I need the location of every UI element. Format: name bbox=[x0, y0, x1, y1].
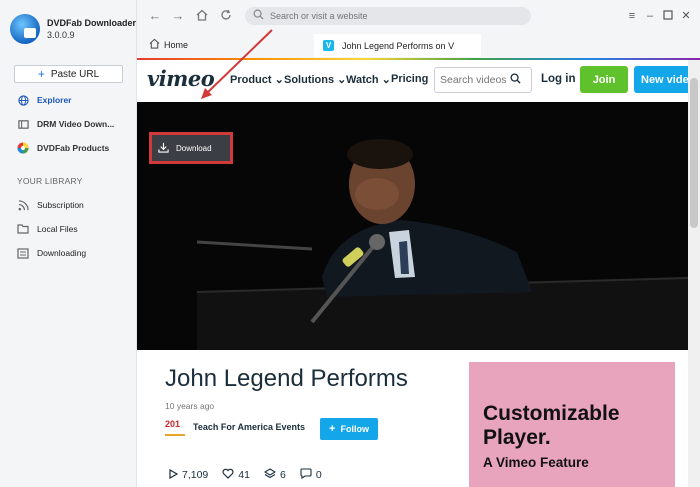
ad-banner[interactable]: Customizable Player. A Vimeo Feature bbox=[469, 362, 675, 487]
library-item-downloading[interactable]: Downloading bbox=[17, 246, 86, 260]
vimeo-menu-pricing[interactable]: Pricing bbox=[391, 73, 428, 85]
web-view: vimeo Product ⌄ Solutions ⌄ Watch ⌄ Pric… bbox=[137, 60, 688, 487]
search-icon[interactable] bbox=[510, 71, 521, 89]
close-icon[interactable]: ✕ bbox=[680, 10, 692, 22]
play-icon bbox=[169, 468, 179, 482]
comments-count: 0 bbox=[315, 469, 322, 481]
library-item-label: Local Files bbox=[37, 224, 78, 234]
search-icon bbox=[253, 7, 264, 25]
sidebar-item-explorer[interactable]: Explorer bbox=[17, 93, 72, 107]
vimeo-navbar: vimeo Product ⌄ Solutions ⌄ Watch ⌄ Pric… bbox=[137, 60, 688, 100]
tab-bar: Home V John Legend Performs on V bbox=[137, 33, 700, 58]
menu-icon[interactable]: ≡ bbox=[626, 10, 638, 22]
sidebar-item-drm[interactable]: DRM Video Down... bbox=[17, 117, 114, 131]
ad-title: Customizable Player. bbox=[483, 402, 620, 449]
library-heading: YOUR LIBRARY bbox=[17, 176, 83, 186]
likes-count: 41 bbox=[238, 469, 250, 481]
video-player[interactable]: Download bbox=[137, 102, 688, 350]
scrollbar-thumb[interactable] bbox=[690, 78, 698, 228]
login-link[interactable]: Log in bbox=[541, 73, 576, 85]
app-version: 3.0.0.9 bbox=[47, 30, 75, 40]
collections-stat[interactable]: 6 bbox=[263, 468, 286, 482]
refresh-icon[interactable] bbox=[219, 9, 233, 23]
vimeo-search[interactable] bbox=[434, 67, 532, 93]
plays-stat: 7,109 bbox=[169, 468, 208, 482]
owner-avatar[interactable]: 201 bbox=[165, 418, 185, 436]
likes-stat[interactable]: 41 bbox=[222, 468, 250, 482]
join-button[interactable]: Join bbox=[580, 66, 628, 93]
vimeo-menu-solutions[interactable]: Solutions ⌄ bbox=[284, 73, 346, 86]
plus-icon: + bbox=[37, 67, 45, 81]
new-video-button[interactable]: New video bbox=[634, 66, 688, 93]
plus-icon: + bbox=[329, 423, 336, 435]
library-item-label: Subscription bbox=[37, 200, 84, 210]
maximize-icon[interactable] bbox=[662, 10, 674, 22]
chevron-down-icon: ⌄ bbox=[274, 74, 284, 86]
tab-page-label: John Legend Performs on V bbox=[342, 40, 455, 51]
page-scrollbar[interactable] bbox=[688, 60, 700, 487]
owner-name[interactable]: Teach For America Events bbox=[193, 422, 305, 432]
browser-toolbar: ← → ≡ – ✕ bbox=[137, 0, 700, 33]
app-name: DVDFab Downloader bbox=[47, 18, 137, 28]
sidebar-item-label: DRM Video Down... bbox=[37, 119, 115, 129]
paste-url-button[interactable]: + Paste URL bbox=[14, 65, 123, 83]
layers-icon bbox=[263, 468, 277, 482]
comment-icon bbox=[300, 468, 312, 482]
drm-video-icon bbox=[17, 118, 29, 130]
forward-arrow-icon[interactable]: → bbox=[171, 9, 185, 23]
download-list-icon bbox=[17, 247, 29, 259]
follow-button[interactable]: + Follow bbox=[320, 418, 378, 440]
video-owner[interactable]: 201 Teach For America Events bbox=[165, 418, 305, 436]
collections-count: 6 bbox=[279, 469, 286, 481]
folder-icon bbox=[17, 223, 29, 235]
library-item-subscription[interactable]: Subscription bbox=[17, 198, 84, 212]
heart-icon bbox=[222, 468, 234, 482]
ad-subtitle: A Vimeo Feature bbox=[483, 455, 589, 470]
app-logo-icon bbox=[10, 14, 40, 44]
address-input[interactable] bbox=[270, 11, 510, 21]
address-bar[interactable] bbox=[245, 7, 531, 25]
app-header: DVDFab Downloader 3.0.0.9 bbox=[10, 14, 136, 44]
video-stats: 7,109 41 6 0 bbox=[169, 468, 336, 482]
minimize-icon[interactable]: – bbox=[644, 10, 656, 22]
chevron-down-icon: ⌄ bbox=[381, 74, 391, 86]
vimeo-search-input[interactable] bbox=[440, 74, 506, 86]
paste-url-label: Paste URL bbox=[50, 68, 100, 80]
tab-home-label: Home bbox=[164, 40, 189, 50]
vimeo-menu-watch[interactable]: Watch ⌄ bbox=[346, 73, 391, 86]
menu-label: Pricing bbox=[391, 73, 429, 85]
download-label: Download bbox=[176, 143, 212, 153]
chevron-down-icon: ⌄ bbox=[337, 74, 347, 86]
globe-icon bbox=[17, 94, 29, 106]
tab-vimeo-page[interactable]: V John Legend Performs on V bbox=[314, 34, 481, 57]
home-icon bbox=[149, 38, 160, 52]
app-title: DVDFab Downloader 3.0.0.9 bbox=[47, 17, 136, 41]
tab-home[interactable]: Home bbox=[149, 38, 188, 52]
vimeo-menu-product[interactable]: Product ⌄ bbox=[230, 73, 284, 86]
video-title: John Legend Performs bbox=[165, 365, 408, 392]
menu-label: Product bbox=[230, 74, 272, 86]
download-popup-button[interactable]: Download bbox=[149, 132, 233, 164]
sidebar-item-label: DVDFab Products bbox=[37, 143, 110, 153]
dvdfab-products-icon bbox=[17, 142, 29, 154]
vimeo-logo[interactable]: vimeo bbox=[147, 66, 215, 91]
menu-label: Watch bbox=[346, 74, 379, 86]
menu-label: Solutions bbox=[284, 74, 335, 86]
download-icon bbox=[158, 142, 169, 155]
sidebar: DVDFab Downloader 3.0.0.9 + Paste URL Ex… bbox=[0, 0, 137, 487]
comments-stat[interactable]: 0 bbox=[300, 468, 322, 482]
rss-icon bbox=[17, 199, 29, 211]
sidebar-item-label: Explorer bbox=[37, 95, 72, 105]
sidebar-item-products[interactable]: DVDFab Products bbox=[17, 141, 109, 155]
vimeo-favicon-icon: V bbox=[323, 40, 334, 51]
upload-date: 10 years ago bbox=[165, 401, 215, 411]
library-item-local-files[interactable]: Local Files bbox=[17, 222, 78, 236]
back-arrow-icon[interactable]: ← bbox=[148, 9, 162, 23]
follow-label: Follow bbox=[340, 424, 369, 434]
home-icon[interactable] bbox=[195, 9, 209, 23]
plays-count: 7,109 bbox=[182, 469, 209, 481]
library-item-label: Downloading bbox=[37, 248, 87, 258]
